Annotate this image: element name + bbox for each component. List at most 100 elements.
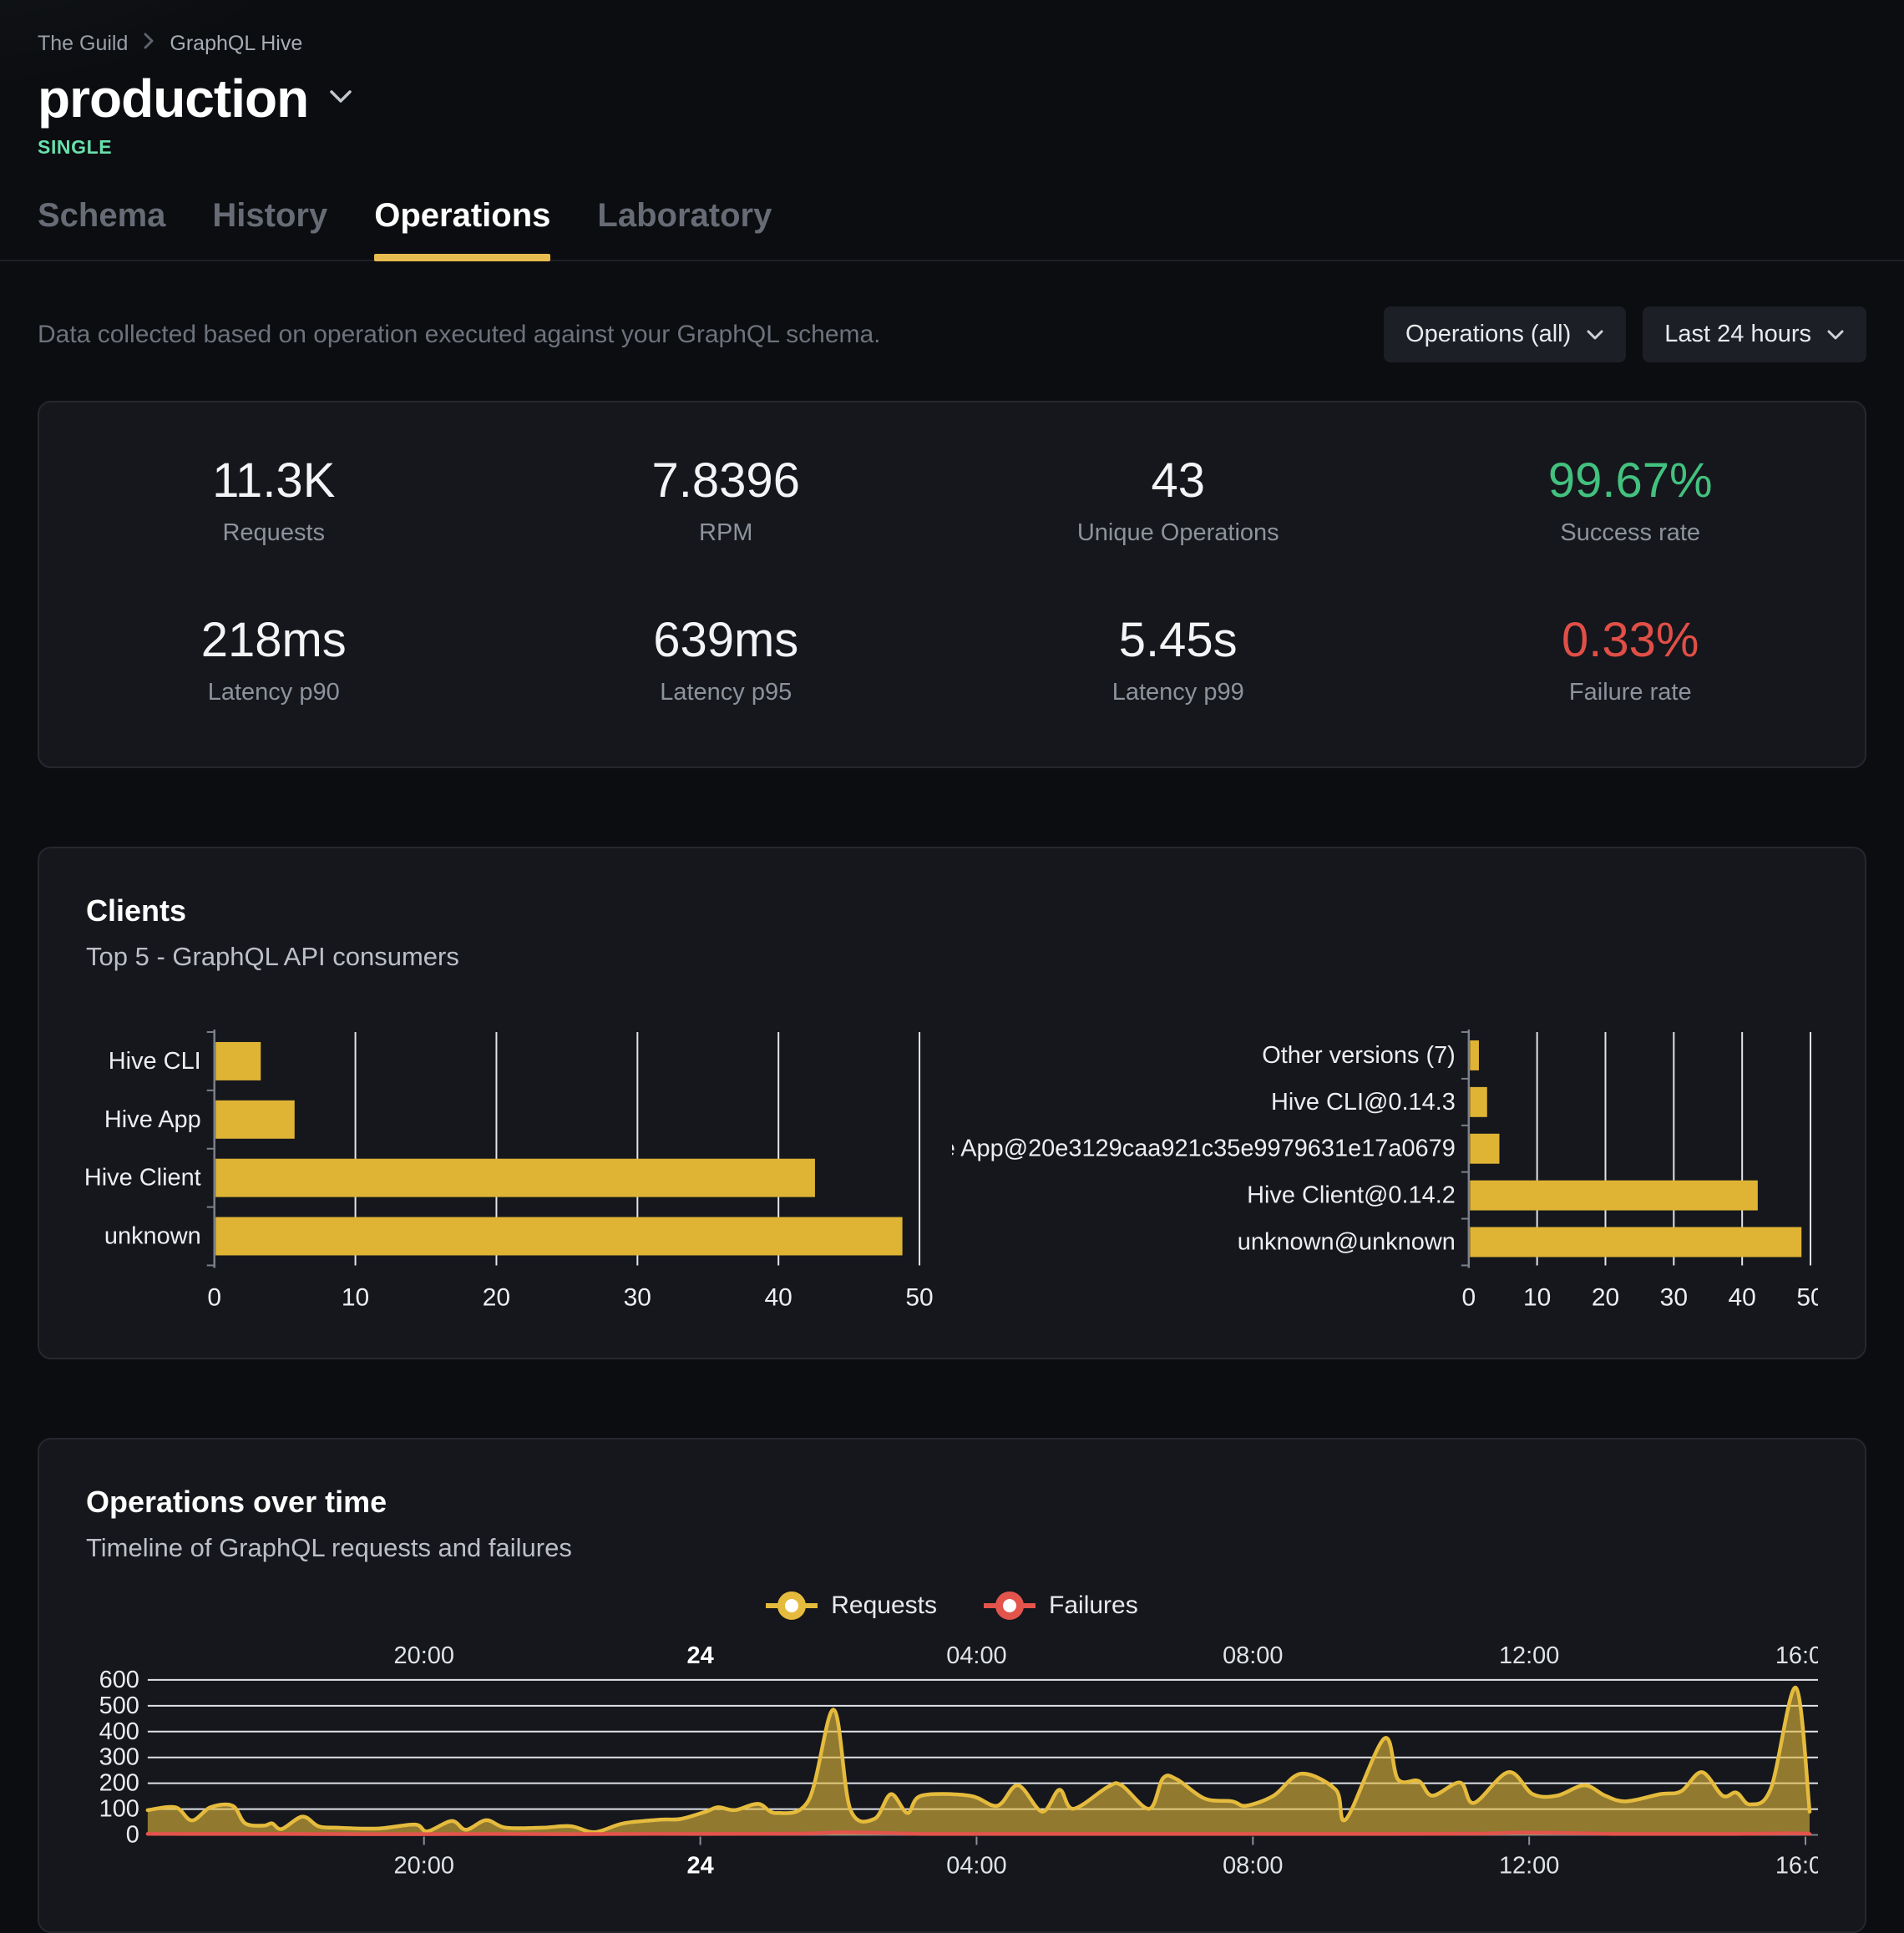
operations-card-subtitle: Timeline of GraphQL requests and failure…: [86, 1533, 1818, 1563]
operations-over-time-card: Operations over time Timeline of GraphQL…: [38, 1438, 1866, 1933]
chevron-down-icon: [328, 89, 353, 109]
requests-legend-marker-icon: [766, 1591, 818, 1620]
target-selector[interactable]: production: [38, 69, 353, 128]
stat-label: Unique Operations: [952, 519, 1405, 547]
svg-text:20: 20: [483, 1284, 510, 1311]
svg-text:08:00: 08:00: [1223, 1852, 1283, 1879]
svg-text:300: 300: [99, 1743, 139, 1770]
stat-value: 218ms: [48, 615, 500, 666]
stat-label: Requests: [48, 519, 500, 547]
clients-by-name-chart: Hive CLI Hive App Hive Client unknown 0 10 20 3…: [86, 1027, 952, 1310]
stat-value: 639ms: [500, 615, 953, 666]
stat-failure-rate: 0.33% Failure rate: [1405, 615, 1857, 706]
clients-card: Clients Top 5 - GraphQL API consumers Hi…: [38, 847, 1866, 1359]
tab-bar: Schema History Operations Laboratory: [0, 197, 1904, 261]
stat-rpm: 7.8396 RPM: [500, 456, 953, 547]
chevron-down-icon: [1586, 321, 1604, 348]
stat-value: 99.67%: [1405, 456, 1857, 507]
operations-dashboard: The Guild GraphQL Hive production SINGLE…: [0, 0, 1904, 1933]
stat-label: RPM: [500, 519, 953, 547]
period-filter-select[interactable]: Last 24 hours: [1643, 306, 1866, 362]
page-title: production: [38, 69, 308, 128]
svg-text:30: 30: [1660, 1284, 1688, 1311]
stat-value: 11.3K: [48, 456, 500, 507]
svg-text:unknown@unknown: unknown@unknown: [1238, 1229, 1456, 1256]
tab-laboratory[interactable]: Laboratory: [597, 197, 772, 260]
chevron-right-icon: [143, 32, 154, 56]
stat-label: Latency p95: [500, 679, 953, 706]
toolbar: Data collected based on operation execut…: [38, 306, 1866, 362]
stat-success-rate: 99.67% Success rate: [1405, 456, 1857, 547]
failures-legend-marker-icon: [984, 1591, 1036, 1620]
clients-charts: Hive CLI Hive App Hive Client unknown 0 10 20 3…: [86, 1027, 1818, 1310]
svg-text:Other versions (7): Other versions (7): [1262, 1042, 1456, 1069]
svg-text:200: 200: [99, 1769, 139, 1796]
operations-filter-select[interactable]: Operations (all): [1384, 306, 1626, 362]
breadcrumb: The Guild GraphQL Hive: [38, 23, 1866, 56]
stat-value: 43: [952, 456, 1405, 507]
svg-text:20:00: 20:00: [394, 1852, 454, 1879]
stat-latency-p99: 5.45s Latency p99: [952, 615, 1405, 706]
operations-timeline-chart: 010020030040050060020:0020:00242404:0004…: [86, 1642, 1818, 1885]
legend-item-requests[interactable]: Requests: [766, 1591, 937, 1620]
legend-item-failures[interactable]: Failures: [984, 1591, 1138, 1620]
svg-text:0: 0: [1461, 1284, 1476, 1311]
svg-text:Hive App@20e3129caa921c35e9979: Hive App@20e3129caa921c35e9979631e17a067…: [952, 1136, 1456, 1162]
svg-text:100: 100: [99, 1795, 139, 1822]
svg-text:04:00: 04:00: [946, 1642, 1006, 1668]
operations-card-title: Operations over time: [86, 1485, 1818, 1520]
svg-text:30: 30: [624, 1284, 651, 1311]
svg-text:400: 400: [99, 1718, 139, 1744]
svg-text:500: 500: [99, 1692, 139, 1718]
breadcrumb-project-link[interactable]: GraphQL Hive: [170, 32, 302, 56]
svg-text:16:00: 16:00: [1775, 1642, 1818, 1668]
svg-text:12:00: 12:00: [1499, 1642, 1559, 1668]
svg-text:Hive App: Hive App: [104, 1106, 201, 1133]
tab-history[interactable]: History: [212, 197, 327, 260]
svg-text:10: 10: [1523, 1284, 1551, 1311]
svg-text:40: 40: [1729, 1284, 1756, 1311]
svg-text:0: 0: [126, 1821, 139, 1848]
svg-text:20:00: 20:00: [394, 1642, 454, 1668]
svg-text:Hive CLI: Hive CLI: [109, 1048, 201, 1075]
stat-value: 7.8396: [500, 456, 953, 507]
svg-text:0: 0: [207, 1284, 221, 1311]
svg-text:Hive Client: Hive Client: [86, 1165, 201, 1192]
legend-label: Failures: [1049, 1591, 1138, 1620]
legend-label: Requests: [831, 1591, 937, 1620]
svg-text:50: 50: [905, 1284, 933, 1311]
stat-requests: 11.3K Requests: [48, 456, 500, 547]
page-description: Data collected based on operation execut…: [38, 321, 881, 349]
svg-text:unknown: unknown: [104, 1223, 201, 1250]
toolbar-filters: Operations (all) Last 24 hours: [1384, 306, 1866, 362]
svg-text:10: 10: [342, 1284, 369, 1311]
svg-text:24: 24: [686, 1642, 713, 1668]
stat-latency-p90: 218ms Latency p90: [48, 615, 500, 706]
stat-label: Failure rate: [1405, 679, 1857, 706]
stat-label: Latency p90: [48, 679, 500, 706]
stat-value: 0.33%: [1405, 615, 1857, 666]
breadcrumb-org-link[interactable]: The Guild: [38, 32, 128, 56]
clients-card-subtitle: Top 5 - GraphQL API consumers: [86, 942, 1818, 972]
stat-label: Latency p99: [952, 679, 1405, 706]
svg-text:24: 24: [686, 1852, 713, 1879]
chevron-down-icon: [1826, 321, 1845, 348]
svg-text:16:00: 16:00: [1775, 1852, 1818, 1879]
svg-text:Hive Client@0.14.2: Hive Client@0.14.2: [1247, 1182, 1456, 1209]
svg-text:50: 50: [1796, 1284, 1818, 1311]
svg-text:Hive CLI@0.14.3: Hive CLI@0.14.3: [1271, 1089, 1456, 1116]
svg-text:08:00: 08:00: [1223, 1642, 1283, 1668]
operations-filter-label: Operations (all): [1405, 321, 1571, 348]
tab-operations[interactable]: Operations: [374, 197, 550, 260]
clients-card-title: Clients: [86, 893, 1818, 929]
timeline-legend: Requests Failures: [86, 1591, 1818, 1620]
stat-value: 5.45s: [952, 615, 1405, 666]
target-mode-badge: SINGLE: [38, 136, 1866, 159]
period-filter-label: Last 24 hours: [1664, 321, 1811, 348]
stat-unique-operations: 43 Unique Operations: [952, 456, 1405, 547]
stat-label: Success rate: [1405, 519, 1857, 547]
tab-schema[interactable]: Schema: [38, 197, 165, 260]
stats-summary-card: 11.3K Requests 7.8396 RPM 43 Unique Oper…: [38, 401, 1866, 768]
svg-text:12:00: 12:00: [1499, 1852, 1559, 1879]
svg-text:40: 40: [765, 1284, 792, 1311]
